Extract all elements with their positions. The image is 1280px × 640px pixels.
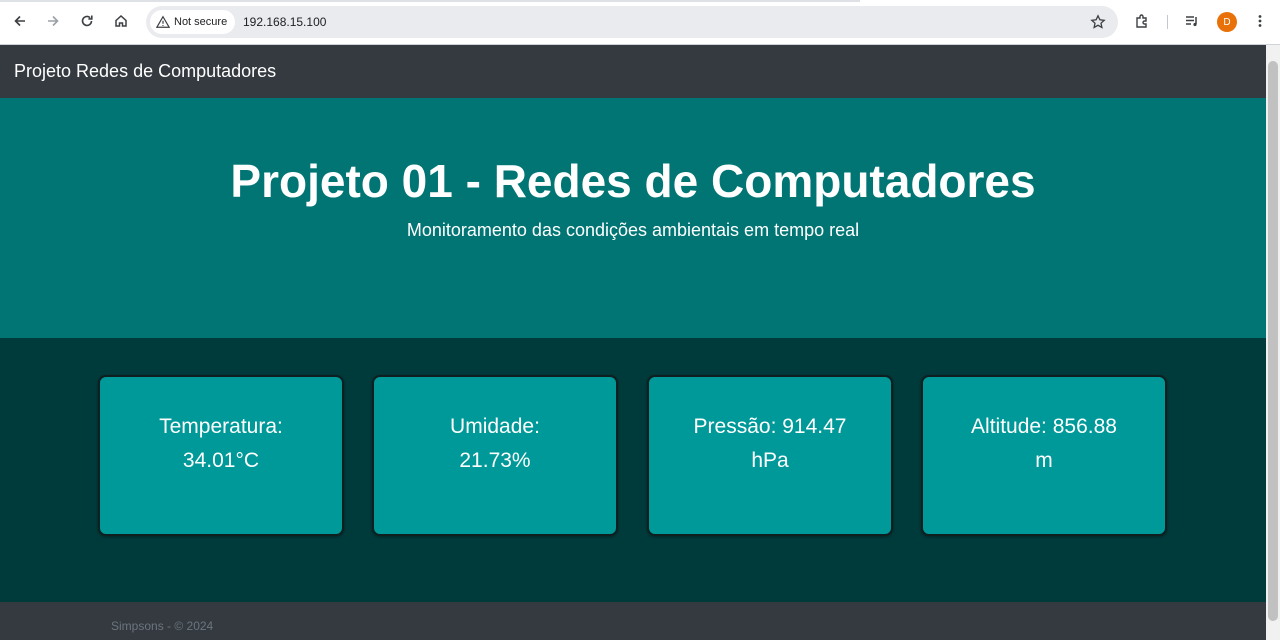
temperature-card: Temperatura: 34.01°C bbox=[98, 375, 344, 536]
back-button[interactable] bbox=[6, 7, 34, 35]
reload-button[interactable] bbox=[73, 7, 101, 35]
sensor-cards-section: Temperatura: 34.01°C Umidade: 21.73% Pre… bbox=[0, 338, 1266, 602]
forward-button[interactable] bbox=[39, 7, 67, 35]
humidity-label: Umidade: bbox=[450, 414, 540, 438]
url-text[interactable]: 192.168.15.100 bbox=[243, 15, 326, 29]
altitude-card: Altitude: 856.88 m bbox=[921, 375, 1167, 536]
star-icon[interactable] bbox=[1090, 14, 1106, 30]
extensions-icon bbox=[1136, 14, 1147, 28]
humidity-value: 21.73% bbox=[459, 448, 531, 472]
menu-button[interactable] bbox=[1248, 9, 1272, 33]
page-scrollbar[interactable] bbox=[1266, 45, 1280, 640]
pressure-label: Pressão: 914.47 bbox=[693, 414, 847, 438]
warning-icon bbox=[156, 15, 170, 28]
back-icon bbox=[14, 15, 25, 27]
extensions-button[interactable] bbox=[1130, 9, 1154, 33]
temperature-label: Temperatura: bbox=[159, 414, 283, 438]
altitude-label: Altitude: 856.88 bbox=[971, 414, 1117, 438]
scrollbar-thumb[interactable] bbox=[1268, 61, 1278, 621]
address-bar[interactable]: Not secure 192.168.15.100 bbox=[146, 6, 1118, 38]
home-icon bbox=[115, 14, 127, 27]
toolbar-divider bbox=[1167, 15, 1168, 29]
security-label: Not secure bbox=[174, 16, 228, 28]
footer-text: Simpsons - © 2024 bbox=[111, 619, 214, 633]
navbar-brand[interactable]: Projeto Redes de Computadores bbox=[14, 61, 276, 82]
forward-icon bbox=[48, 15, 59, 27]
home-button[interactable] bbox=[107, 7, 135, 35]
media-button[interactable] bbox=[1180, 9, 1204, 33]
browser-toolbar: Not secure 192.168.15.100 D bbox=[0, 0, 1280, 45]
page-subtitle: Monitoramento das condições ambientais e… bbox=[406, 220, 860, 240]
footer: Simpsons - © 2024 bbox=[0, 602, 1266, 640]
media-icon bbox=[1186, 16, 1197, 27]
security-chip[interactable]: Not secure bbox=[150, 10, 236, 34]
menu-icon bbox=[1258, 15, 1262, 27]
navbar: Projeto Redes de Computadores bbox=[0, 45, 1266, 98]
reload-icon bbox=[81, 15, 93, 27]
pressure-card: Pressão: 914.47 hPa bbox=[647, 375, 893, 536]
altitude-unit: m bbox=[1035, 448, 1053, 472]
hero-section: Projeto 01 - Redes de Computadores Monit… bbox=[0, 98, 1266, 338]
tab-strip-edge bbox=[0, 0, 860, 2]
profile-avatar[interactable]: D bbox=[1217, 12, 1237, 32]
humidity-card: Umidade: 21.73% bbox=[372, 375, 618, 536]
page-title: Projeto 01 - Redes de Computadores bbox=[230, 155, 1036, 207]
page-viewport: Projeto Redes de Computadores Projeto 01… bbox=[0, 45, 1266, 640]
temperature-value: 34.01°C bbox=[182, 448, 260, 472]
pressure-unit: hPa bbox=[751, 448, 789, 472]
